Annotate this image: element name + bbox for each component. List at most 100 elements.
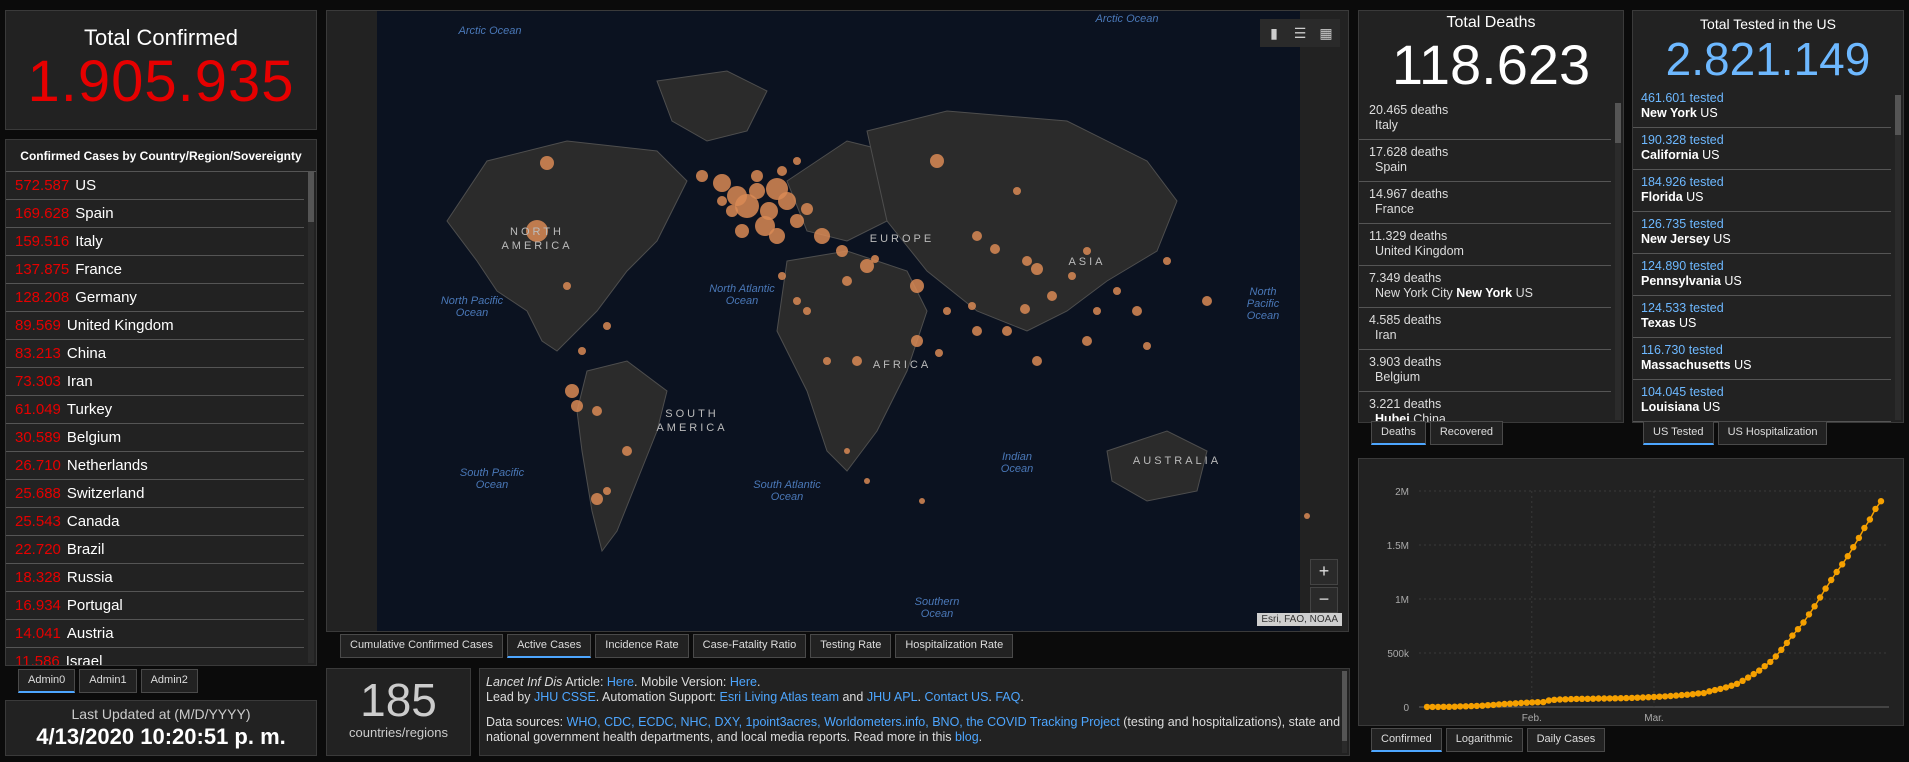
list-item[interactable]: 11.586 Israel: [6, 648, 304, 665]
data-point[interactable]: [1445, 703, 1453, 710]
list-item[interactable]: 116.730 tested Massachusetts US: [1633, 338, 1891, 380]
data-point[interactable]: [1567, 695, 1575, 703]
data-point[interactable]: [1722, 684, 1730, 691]
data-point[interactable]: [1750, 670, 1757, 678]
tab-us-tested[interactable]: US Tested: [1643, 421, 1714, 445]
case-bubble[interactable]: [1083, 247, 1091, 255]
case-bubble[interactable]: [793, 297, 801, 305]
list-item[interactable]: 461.601 tested New York US: [1633, 86, 1891, 128]
case-bubble[interactable]: [793, 157, 801, 165]
case-bubble[interactable]: [1068, 272, 1076, 280]
data-point[interactable]: [1578, 695, 1586, 702]
data-point[interactable]: [1816, 594, 1824, 601]
data-point[interactable]: [1711, 686, 1719, 694]
case-bubble[interactable]: [919, 498, 925, 504]
jhu-apl-link[interactable]: JHU APL: [867, 690, 918, 704]
data-point[interactable]: [1689, 691, 1696, 698]
case-bubble[interactable]: [1082, 336, 1092, 346]
data-point[interactable]: [1733, 680, 1741, 687]
qr-icon[interactable]: ▦: [1314, 21, 1338, 45]
data-point[interactable]: [1805, 611, 1813, 618]
map-canvas[interactable]: [327, 11, 1349, 632]
case-bubble[interactable]: [751, 170, 763, 182]
list-item[interactable]: 104.045 tested Louisiana US: [1633, 380, 1891, 422]
zoom-in-button[interactable]: +: [1310, 559, 1338, 585]
list-item[interactable]: 124.533 tested Texas US: [1633, 296, 1891, 338]
list-item[interactable]: 3.221 deaths Hubei China: [1359, 392, 1611, 422]
tab-incidence-rate[interactable]: Incidence Rate: [595, 634, 689, 658]
data-point[interactable]: [1700, 689, 1707, 697]
data-point[interactable]: [1534, 699, 1541, 706]
list-item[interactable]: 16.934 Portugal: [6, 592, 304, 620]
data-point[interactable]: [1839, 561, 1846, 568]
case-bubble[interactable]: [603, 487, 611, 495]
data-point[interactable]: [1506, 700, 1514, 707]
list-item[interactable]: 169.628 Spain: [6, 200, 304, 228]
data-point[interactable]: [1833, 568, 1840, 576]
data-point[interactable]: [1772, 653, 1779, 660]
list-item[interactable]: 7.349 deaths New York City New York US: [1359, 266, 1611, 308]
list-item[interactable]: 20.465 deaths Italy: [1359, 98, 1611, 140]
data-point[interactable]: [1695, 690, 1702, 697]
data-point[interactable]: [1473, 702, 1480, 710]
tab-admin2[interactable]: Admin2: [140, 669, 198, 693]
case-bubble[interactable]: [871, 255, 879, 263]
list-item[interactable]: 25.543 Canada: [6, 508, 304, 536]
data-point[interactable]: [1545, 697, 1552, 704]
list-item[interactable]: 25.688 Switzerland: [6, 480, 304, 508]
data-point[interactable]: [1612, 695, 1619, 702]
scrollbar-thumb[interactable]: [308, 172, 314, 222]
data-point[interactable]: [1589, 695, 1597, 702]
data-point[interactable]: [1756, 667, 1763, 674]
data-point[interactable]: [1495, 701, 1503, 708]
data-point[interactable]: [1484, 702, 1492, 709]
scrollbar-thumb[interactable]: [1895, 95, 1901, 135]
tab-cumulative-confirmed[interactable]: Cumulative Confirmed Cases: [340, 634, 504, 658]
data-point[interactable]: [1661, 693, 1669, 700]
data-point[interactable]: [1744, 674, 1752, 681]
case-bubble[interactable]: [1143, 342, 1151, 350]
list-item[interactable]: 126.735 tested New Jersey US: [1633, 212, 1891, 254]
mobile-version-link[interactable]: Here: [730, 675, 757, 689]
case-bubble[interactable]: [777, 166, 787, 176]
case-bubble[interactable]: [622, 446, 632, 456]
list-item[interactable]: 83.213 China: [6, 340, 304, 368]
case-bubble[interactable]: [778, 192, 796, 210]
data-point[interactable]: [1672, 692, 1680, 699]
list-item[interactable]: 18.328 Russia: [6, 564, 304, 592]
data-point[interactable]: [1639, 694, 1647, 701]
list-item[interactable]: 73.303 Iran: [6, 368, 304, 396]
data-point[interactable]: [1617, 695, 1624, 702]
data-point[interactable]: [1811, 603, 1818, 610]
data-point[interactable]: [1645, 694, 1652, 701]
list-item[interactable]: 190.328 tested California US: [1633, 128, 1891, 170]
case-bubble[interactable]: [591, 493, 603, 505]
data-point[interactable]: [1767, 658, 1774, 666]
data-point[interactable]: [1800, 619, 1807, 626]
list-item[interactable]: 572.587 US: [6, 172, 304, 200]
case-bubble[interactable]: [769, 228, 785, 244]
case-bubble[interactable]: [1113, 287, 1121, 295]
data-point[interactable]: [1684, 691, 1691, 698]
data-point[interactable]: [1706, 688, 1713, 695]
case-bubble[interactable]: [823, 357, 831, 365]
tab-deaths[interactable]: Deaths: [1371, 421, 1426, 445]
country-list-scrollbar[interactable]: [308, 172, 314, 663]
data-point[interactable]: [1844, 553, 1851, 560]
tab-case-fatality-ratio[interactable]: Case-Fatality Ratio: [692, 634, 807, 658]
tested-scrollbar[interactable]: [1895, 95, 1901, 420]
data-point[interactable]: [1551, 696, 1558, 703]
list-item[interactable]: 89.569 United Kingdom: [6, 312, 304, 340]
list-item[interactable]: 14.041 Austria: [6, 620, 304, 648]
list-item[interactable]: 3.903 deaths Belgium: [1359, 350, 1611, 392]
case-bubble[interactable]: [1202, 296, 1212, 306]
tab-admin0[interactable]: Admin0: [18, 669, 76, 693]
case-bubble[interactable]: [592, 406, 602, 416]
case-bubble[interactable]: [910, 279, 924, 293]
case-bubble[interactable]: [603, 322, 611, 330]
data-point[interactable]: [1606, 695, 1613, 702]
case-bubble[interactable]: [1093, 307, 1101, 315]
case-bubble[interactable]: [790, 214, 804, 228]
case-bubble[interactable]: [935, 349, 943, 357]
data-point[interactable]: [1822, 585, 1829, 592]
